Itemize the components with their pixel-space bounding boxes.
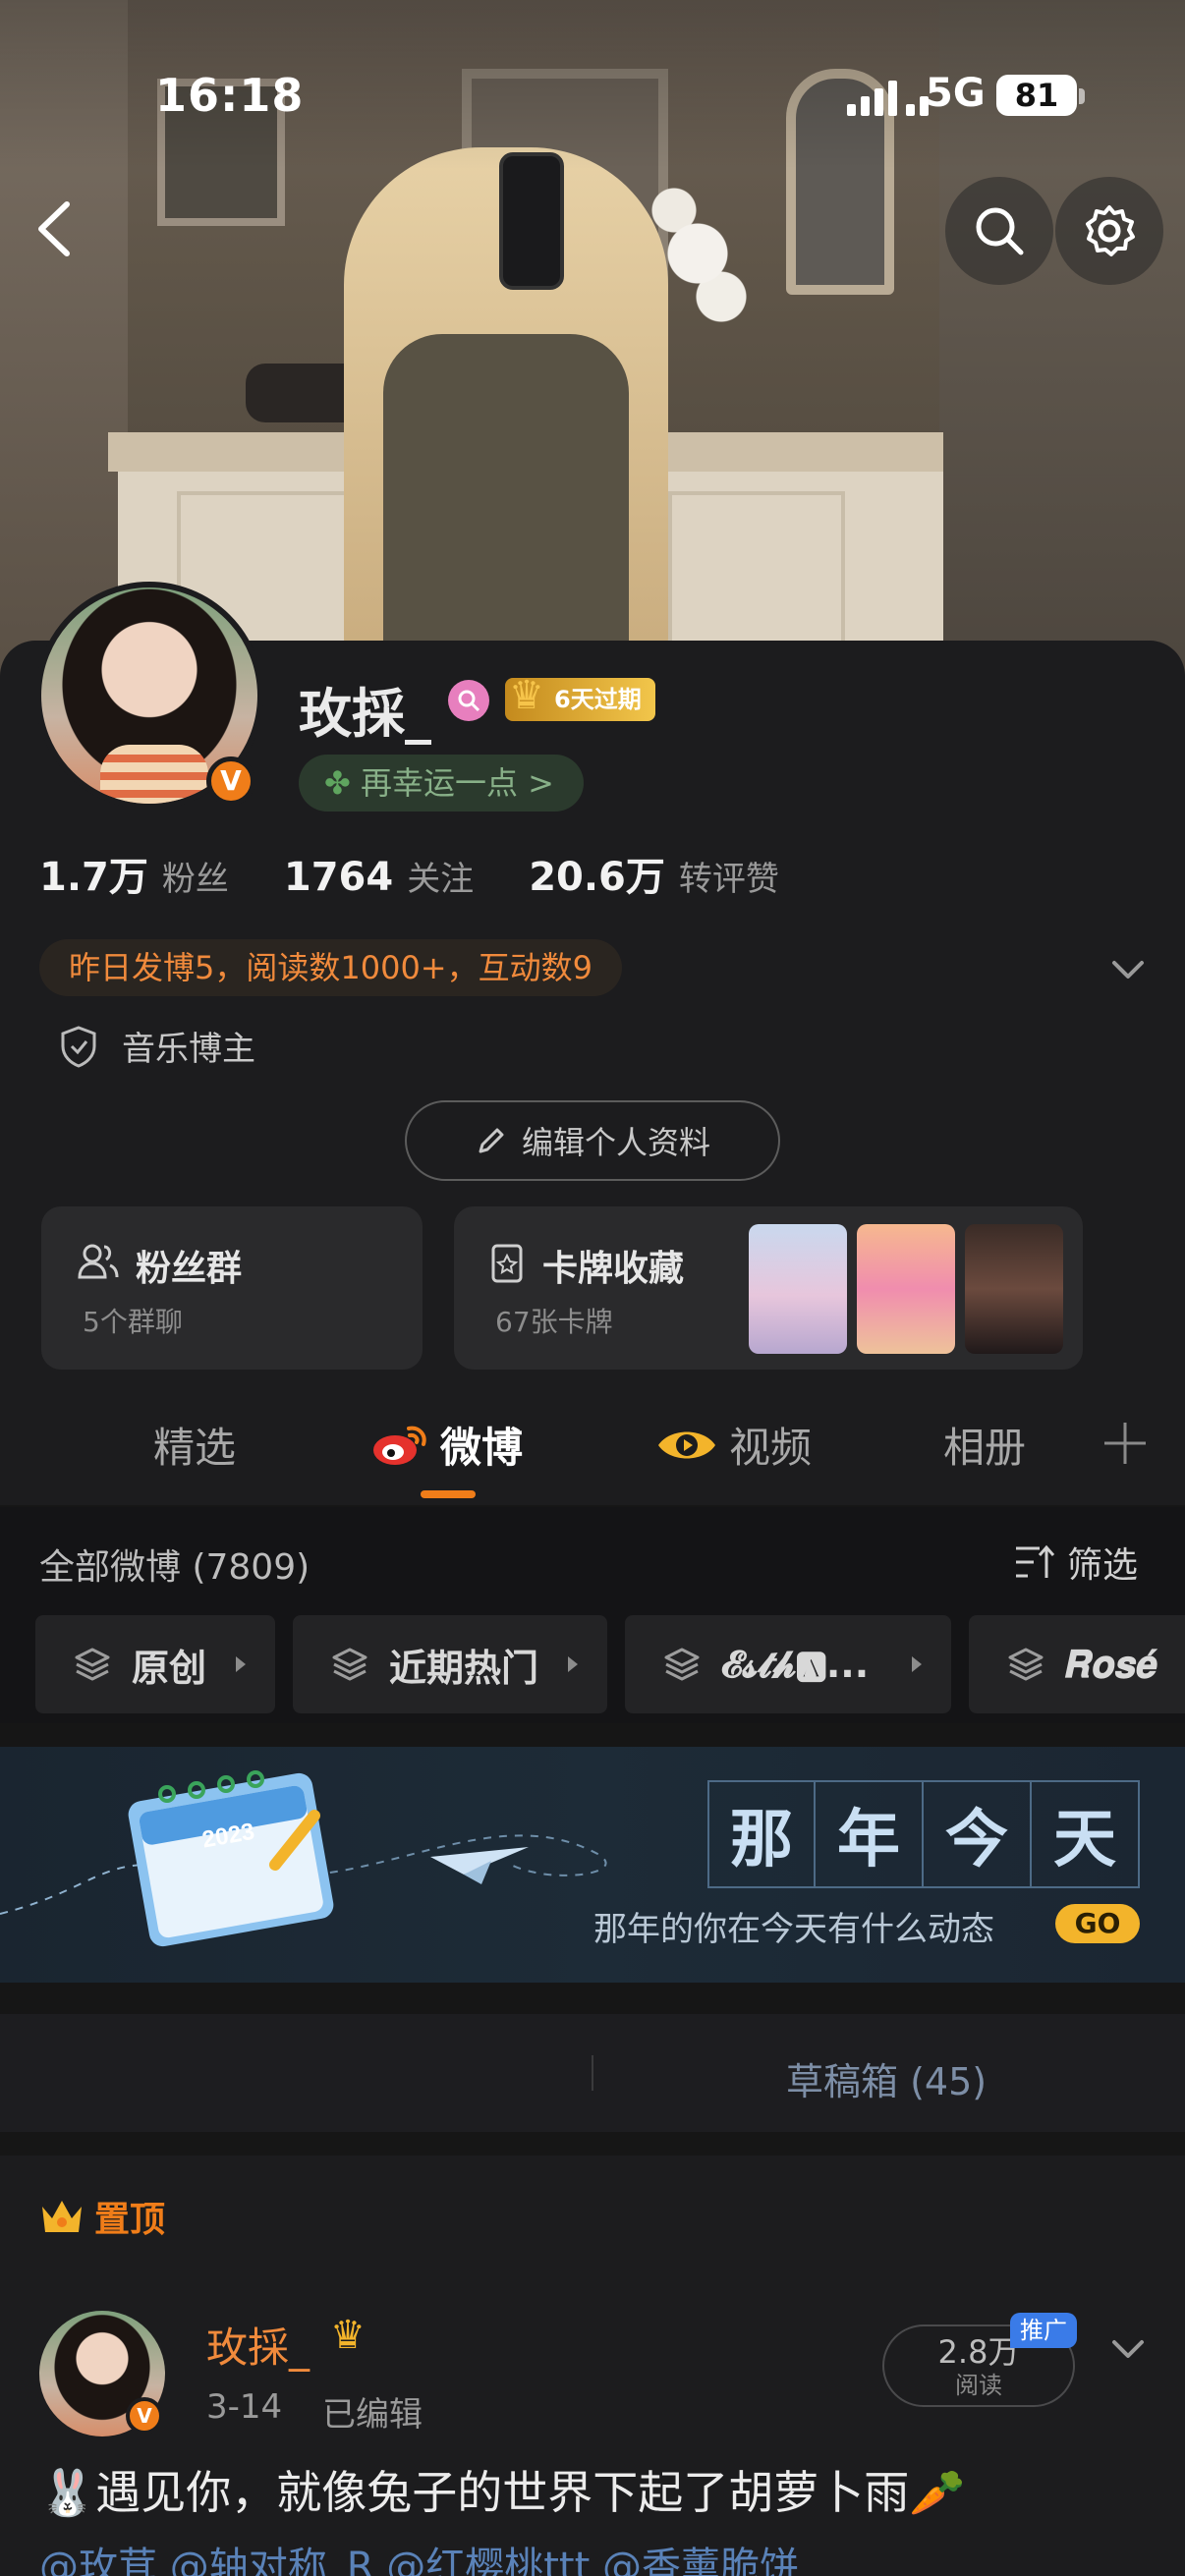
tab-weibo[interactable]: 微博 xyxy=(371,1415,523,1475)
chevron-down-icon[interactable] xyxy=(1108,949,1148,988)
back-button[interactable] xyxy=(22,195,90,263)
status-time: 16:18 xyxy=(155,69,305,122)
yesterday-summary[interactable]: 昨日发博5，阅读数1000+，互动数9 xyxy=(39,939,622,996)
banner-title: 那 年 今 天 xyxy=(707,1780,1140,1888)
tab-video[interactable]: 视频 xyxy=(656,1415,812,1475)
chip-recent-hot-label: 近期热门 xyxy=(389,1646,539,1690)
signal-icon xyxy=(847,77,929,116)
pinned-label: 置顶 xyxy=(39,2191,165,2242)
banner-subtitle: 那年的你在今天有什么动态 xyxy=(593,1910,994,1949)
profile-stats: 1.7万 粉丝 1764 关注 20.6万 转评赞 xyxy=(39,845,779,902)
stat-following[interactable]: 1764 关注 xyxy=(284,852,474,900)
reads-label: 阅读 xyxy=(955,2372,1002,2399)
crown-icon xyxy=(42,2201,82,2232)
chip-custom-2[interactable]: 𝑹𝒐𝒔𝒆́ xyxy=(969,1615,1185,1713)
collection-card-thumb[interactable] xyxy=(965,1224,1063,1354)
stat-likes[interactable]: 20.6万 转评赞 xyxy=(529,845,779,902)
chip-recent-hot[interactable]: 近期热门 xyxy=(293,1615,607,1713)
post-text[interactable]: 🐰遇见你，就像兔子的世界下起了胡萝卜雨🥕 xyxy=(39,2462,1159,2523)
layers-icon xyxy=(332,1648,367,1681)
card-icon xyxy=(491,1244,523,1283)
fans-group-title: 粉丝群 xyxy=(136,1249,243,1289)
group-icon xyxy=(78,1244,119,1279)
layers-icon xyxy=(664,1648,700,1681)
lucky-button[interactable]: ✤ 再幸运一点 > xyxy=(299,755,584,812)
layers-icon xyxy=(75,1648,110,1681)
draft-bar: 草稿箱 (45) xyxy=(0,2014,1185,2132)
clover-icon: ✤ xyxy=(324,764,351,802)
tab-video-label: 视频 xyxy=(729,1424,813,1472)
tab-album[interactable]: 相册 xyxy=(943,1415,1026,1475)
chip-custom-1[interactable]: 𝓔𝓼𝓽𝓱🅰... xyxy=(625,1615,951,1713)
pinned-text: 置顶 xyxy=(94,2200,166,2240)
layers-icon xyxy=(1008,1648,1044,1681)
pencil-icon xyxy=(479,1128,504,1153)
shield-icon xyxy=(61,1025,96,1068)
filter-button[interactable]: 筛选 xyxy=(1014,1537,1138,1588)
profile-tag-label: 音乐博主 xyxy=(122,1030,255,1069)
search-button[interactable] xyxy=(945,177,1053,285)
post-mentions[interactable]: @玫茸 @轴对称_R @红樱桃ttt @香薰脆饼 xyxy=(39,2535,1179,2576)
chip-original[interactable]: 原创 xyxy=(35,1615,275,1713)
crown-icon: ♛ xyxy=(509,673,544,718)
edit-profile-button[interactable]: 编辑个人资料 xyxy=(405,1100,780,1181)
calendar-icon xyxy=(128,1770,334,1947)
music-badge-icon[interactable] xyxy=(448,680,489,721)
gear-icon xyxy=(1086,205,1135,256)
post-edited: 已编辑 xyxy=(322,2395,423,2435)
chevron-down-icon[interactable] xyxy=(1108,2328,1148,2368)
post-date: 3-14 xyxy=(206,2387,283,2427)
tab-featured[interactable]: 精选 xyxy=(153,1415,236,1475)
video-icon xyxy=(658,1431,715,1458)
fans-group-box[interactable]: 粉丝群 5个群聊 xyxy=(41,1206,423,1370)
chevron-left-icon xyxy=(38,201,70,256)
active-tab-indicator xyxy=(421,1490,476,1498)
feed-filter-area: 全部微博 (7809) 筛选 原创 近期热门 𝓔𝓼𝓽𝓱🅰... 𝑹𝒐𝒔𝒆́ xyxy=(0,1507,1185,1723)
member-badge-text: 6天过期 xyxy=(554,686,642,713)
fans-group-sub: 5个群聊 xyxy=(83,1306,183,1338)
edit-profile-label: 编辑个人资料 xyxy=(521,1124,710,1161)
battery-icon: 81 xyxy=(996,75,1077,116)
member-crown-icon: ♛ xyxy=(330,2313,366,2358)
search-icon xyxy=(976,207,1024,255)
tab-weibo-label: 微博 xyxy=(440,1424,524,1472)
chip-custom-2-label: 𝑹𝒐𝒔𝒆́ xyxy=(1065,1642,1158,1686)
filter-label: 筛选 xyxy=(1067,1545,1139,1586)
profile-name: 玫採_ xyxy=(299,683,431,745)
pinned-post[interactable]: 置顶 V 玫採_ ♛ 3-14 已编辑 2.8万 阅读 推广 🐰遇见你，就像兔子… xyxy=(0,2156,1185,2576)
all-posts-count: 全部微博 (7809) xyxy=(39,1547,310,1588)
post-author[interactable]: 玫採_ xyxy=(206,2315,310,2375)
profile-tag[interactable]: 音乐博主 xyxy=(59,1022,255,1070)
collection-card-thumb[interactable] xyxy=(857,1224,955,1354)
promote-badge[interactable]: 推广 xyxy=(1010,2313,1077,2348)
card-collection-box[interactable]: 卡牌收藏 67张卡牌 xyxy=(454,1206,1083,1370)
collection-card-thumb[interactable] xyxy=(749,1224,847,1354)
post-verified-badge: V xyxy=(126,2397,163,2435)
memory-banner[interactable]: 2023 那 年 今 天 那年的你在今天有什么动态 GO xyxy=(0,1747,1185,1983)
go-button[interactable]: GO xyxy=(1055,1904,1140,1943)
network-type: 5G xyxy=(926,71,986,116)
profile-tabs: 精选 微博 视频 相册 xyxy=(0,1375,1185,1505)
filter-icon xyxy=(1016,1544,1055,1578)
lucky-text: 再幸运一点 > xyxy=(360,764,554,802)
member-badge[interactable]: ♛ 6天过期 xyxy=(505,674,655,721)
add-tab-icon[interactable] xyxy=(1100,1419,1150,1468)
settings-button[interactable] xyxy=(1055,177,1163,285)
stat-fans[interactable]: 1.7万 粉丝 xyxy=(39,845,229,902)
drafts-button[interactable]: 草稿箱 (45) xyxy=(786,2051,987,2105)
card-collection-title: 卡牌收藏 xyxy=(542,1249,685,1289)
chip-original-label: 原创 xyxy=(132,1646,207,1690)
card-collection-sub: 67张卡牌 xyxy=(495,1306,613,1338)
weibo-icon xyxy=(373,1426,426,1465)
status-bar: 16:18 5G 81 xyxy=(0,0,1185,196)
chip-custom-1-label: 𝓔𝓼𝓽𝓱🅰... xyxy=(721,1642,870,1686)
verified-badge: V xyxy=(206,756,255,806)
